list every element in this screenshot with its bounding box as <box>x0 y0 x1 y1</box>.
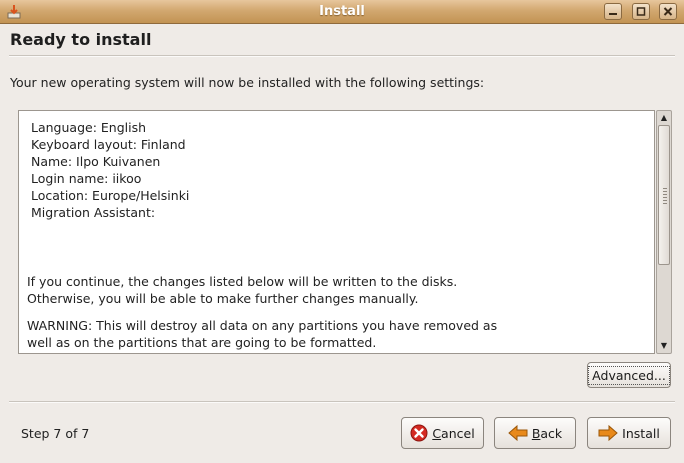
grip-icon <box>663 188 667 204</box>
close-button[interactable] <box>659 3 677 20</box>
back-button[interactable]: Back <box>494 417 576 449</box>
footer-divider <box>9 401 675 403</box>
summary-scrollbar[interactable]: ▲ ▼ <box>656 110 672 354</box>
header-divider <box>9 55 675 57</box>
setting-keyboard-layout: Keyboard layout: Finland <box>31 137 186 152</box>
partition-notice: If you continue, the changes listed belo… <box>27 273 497 351</box>
scroll-down-arrow-icon[interactable]: ▼ <box>657 339 671 353</box>
setting-location: Location: Europe/Helsinki <box>31 188 190 203</box>
cancel-icon <box>410 424 428 442</box>
notice-line-1: If you continue, the changes listed belo… <box>27 274 458 289</box>
close-icon <box>663 7 673 16</box>
scroll-up-arrow-icon[interactable]: ▲ <box>657 111 671 125</box>
page-title: Ready to install <box>10 30 152 49</box>
title-bar[interactable]: Install <box>0 0 684 24</box>
window-title: Install <box>319 4 365 19</box>
setting-name: Name: Ilpo Kuivanen <box>31 154 161 169</box>
summary-text-area[interactable]: Language: English Keyboard layout: Finla… <box>18 110 655 354</box>
forward-arrow-icon <box>598 425 618 441</box>
maximize-button[interactable] <box>632 3 650 20</box>
notice-line-2: Otherwise, you will be able to make furt… <box>27 291 419 306</box>
warning-line-1: WARNING: This will destroy all data on a… <box>27 318 498 333</box>
minimize-button[interactable] <box>604 3 622 20</box>
advanced-button[interactable]: Advanced... <box>587 362 671 388</box>
maximize-icon <box>636 7 646 16</box>
setting-migration-assistant: Migration Assistant: <box>31 205 156 220</box>
cancel-button-label: Cancel <box>432 425 475 441</box>
scroll-thumb[interactable] <box>658 125 670 265</box>
step-indicator: Step 7 of 7 <box>21 426 90 441</box>
intro-text: Your new operating system will now be in… <box>10 75 485 90</box>
setting-language: Language: English <box>31 120 147 135</box>
minimize-icon <box>609 13 617 15</box>
install-button-label: Install <box>622 425 660 441</box>
back-button-label: Back <box>531 425 563 441</box>
settings-list: Language: English Keyboard layout: Finla… <box>31 119 189 221</box>
setting-login-name: Login name: iikoo <box>31 171 142 186</box>
warning-line-2: well as on the partitions that are going… <box>27 335 377 350</box>
cancel-button[interactable]: Cancel <box>401 417 484 449</box>
advanced-button-label: Advanced... <box>588 365 670 385</box>
back-arrow-icon <box>508 425 528 441</box>
install-button[interactable]: Install <box>587 417 671 449</box>
